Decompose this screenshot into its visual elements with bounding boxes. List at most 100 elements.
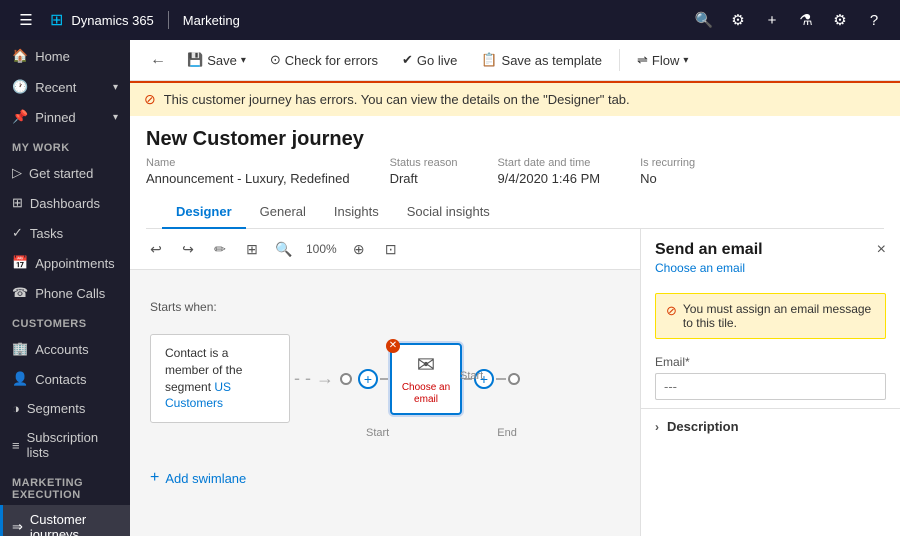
- appointments-icon: 📅: [12, 255, 28, 271]
- segments-icon: ◑: [12, 401, 20, 416]
- record-meta-name: Name Announcement - Luxury, Redefined: [146, 157, 350, 186]
- save-button[interactable]: 💾 Save ▾: [176, 46, 257, 74]
- undo-button[interactable]: ↩: [142, 235, 170, 263]
- sidebar-item-get-started[interactable]: ▷ Get started: [0, 158, 130, 188]
- accounts-label: Accounts: [35, 342, 88, 357]
- get-started-icon: ▷: [12, 165, 22, 181]
- accounts-icon: 🏢: [12, 341, 28, 357]
- tile-error-dot: ✕: [386, 339, 400, 353]
- start-dot: [340, 373, 352, 385]
- layout-button[interactable]: ⊞: [238, 235, 266, 263]
- top-nav-right: 🔍 ⚙ + ⚗ ⚙ ?: [688, 4, 890, 36]
- check-errors-button[interactable]: ⊙ Check for errors: [259, 46, 389, 74]
- tab-general[interactable]: General: [246, 196, 320, 229]
- panel-title: Send an email: [655, 241, 763, 259]
- sidebar-item-accounts[interactable]: 🏢 Accounts: [0, 334, 130, 364]
- zoom-level: 100%: [302, 242, 341, 256]
- tab-social-insights[interactable]: Social insights: [393, 196, 504, 229]
- my-work-header: My Work: [0, 132, 130, 158]
- description-section[interactable]: › Description: [641, 408, 900, 444]
- save-template-icon: 📋: [481, 52, 497, 68]
- record-meta-start-date-value: 9/4/2020 1:46 PM: [497, 171, 600, 186]
- go-live-icon: ✔: [402, 52, 413, 68]
- add-node-button-1[interactable]: +: [358, 369, 378, 389]
- plus-icon[interactable]: +: [756, 4, 788, 36]
- filter-icon[interactable]: ⚗: [790, 4, 822, 36]
- tab-insights[interactable]: Insights: [320, 196, 393, 229]
- panel-error-message: ⊘ You must assign an email message to th…: [655, 293, 886, 339]
- home-label: Home: [35, 49, 70, 64]
- back-button[interactable]: ←: [142, 46, 174, 74]
- tabs: Designer General Insights Social insight…: [146, 196, 884, 229]
- save-as-template-label: Save as template: [502, 53, 602, 68]
- save-label: Save: [207, 53, 237, 68]
- record-meta-status: Status reason Draft: [390, 157, 458, 186]
- record-meta-status-label: Status reason: [390, 157, 458, 169]
- flow-label: Flow: [652, 53, 679, 68]
- record-meta-recurring: Is recurring No: [640, 157, 695, 186]
- email-tile-wrap: ✕ ✉ Choose an email: [390, 343, 462, 415]
- get-started-label: Get started: [29, 166, 93, 181]
- check-errors-label: Check for errors: [285, 53, 378, 68]
- phone-calls-label: Phone Calls: [35, 286, 105, 301]
- error-banner: ⊘ This customer journey has errors. You …: [130, 81, 900, 116]
- nav-divider: [168, 11, 169, 29]
- brand-area: ⊞ Dynamics 365 Marketing: [50, 10, 240, 30]
- email-field-container: Email*: [641, 347, 900, 408]
- subscription-lists-label: Subscription lists: [27, 430, 118, 460]
- save-as-template-button[interactable]: 📋 Save as template: [470, 46, 613, 74]
- help-icon[interactable]: ?: [858, 4, 890, 36]
- start-node-label: Start: [366, 427, 389, 439]
- panel-close-button[interactable]: ×: [877, 241, 886, 259]
- error-banner-icon: ⊘: [144, 91, 156, 108]
- sidebar-item-customer-journeys[interactable]: ⇒ Customer journeys: [0, 505, 130, 536]
- recent-label: Recent: [35, 80, 76, 95]
- pinned-chevron-icon: ▾: [113, 112, 118, 123]
- sidebar-item-pinned[interactable]: 📌 Pinned ▾: [0, 102, 130, 132]
- customer-journeys-label: Customer journeys: [30, 512, 118, 536]
- brand-icon: ⊞: [50, 10, 63, 30]
- sidebar-item-contacts[interactable]: 👤 Contacts: [0, 364, 130, 394]
- recent-icon: 🕐: [12, 79, 28, 95]
- record-meta-name-label: Name: [146, 157, 350, 169]
- zoom-in-button[interactable]: ⊕: [345, 235, 373, 263]
- search-icon[interactable]: 🔍: [688, 4, 720, 36]
- sidebar-item-tasks[interactable]: ✓ Tasks: [0, 218, 130, 248]
- tab-designer[interactable]: Designer: [162, 196, 246, 229]
- end-dot: [508, 373, 520, 385]
- sidebar-item-dashboards[interactable]: ⊞ Dashboards: [0, 188, 130, 218]
- email-tile[interactable]: ✕ ✉ Choose an email: [390, 343, 462, 415]
- sidebar-item-subscription-lists[interactable]: ≡ Subscription lists: [0, 423, 130, 467]
- appointments-label: Appointments: [35, 256, 115, 271]
- sidebar-item-home[interactable]: 🏠 Home: [0, 40, 130, 72]
- sidebar-item-recent[interactable]: 🕐 Recent ▾: [0, 72, 130, 102]
- add-swimlane-button[interactable]: + Add swimlane: [150, 469, 620, 487]
- go-live-button[interactable]: ✔ Go live: [391, 46, 468, 74]
- sidebar-item-segments[interactable]: ◑ Segments: [0, 394, 130, 423]
- fit-button[interactable]: ⊡: [377, 235, 405, 263]
- contacts-label: Contacts: [35, 372, 86, 387]
- record-meta-name-value: Announcement - Luxury, Redefined: [146, 171, 350, 186]
- email-field-label: Email*: [655, 355, 886, 369]
- sidebar-item-appointments[interactable]: 📅 Appointments: [0, 248, 130, 278]
- panel-error-icon: ⊘: [666, 303, 677, 319]
- zoom-out-button[interactable]: 🔍: [270, 235, 298, 263]
- connector-line-1: [380, 378, 390, 380]
- brand-name: Dynamics 365: [71, 13, 153, 28]
- gear-icon[interactable]: ⚙: [824, 4, 856, 36]
- flow-chevron-icon: ▾: [683, 55, 688, 66]
- toolbar-divider: [619, 49, 620, 71]
- settings-icon[interactable]: ⚙: [722, 4, 754, 36]
- email-tile-label: Choose an email: [392, 382, 460, 406]
- sidebar-item-phone-calls[interactable]: ☎ Phone Calls: [0, 278, 130, 308]
- hamburger-icon[interactable]: ☰: [10, 4, 42, 36]
- main-content: ← 💾 Save ▾ ⊙ Check for errors ✔ Go live …: [130, 40, 900, 536]
- flow-button[interactable]: ⇌ Flow ▾: [626, 46, 699, 74]
- flow-row: Contact is a member of the segment US Cu…: [150, 334, 620, 423]
- redo-button[interactable]: ↪: [174, 235, 202, 263]
- flow-diagram: Starts when: Contact is a member of the …: [130, 270, 640, 517]
- panel-subtitle[interactable]: Choose an email: [641, 261, 900, 285]
- edit-button[interactable]: ✏: [206, 235, 234, 263]
- tasks-label: Tasks: [30, 226, 63, 241]
- email-input[interactable]: [655, 373, 886, 400]
